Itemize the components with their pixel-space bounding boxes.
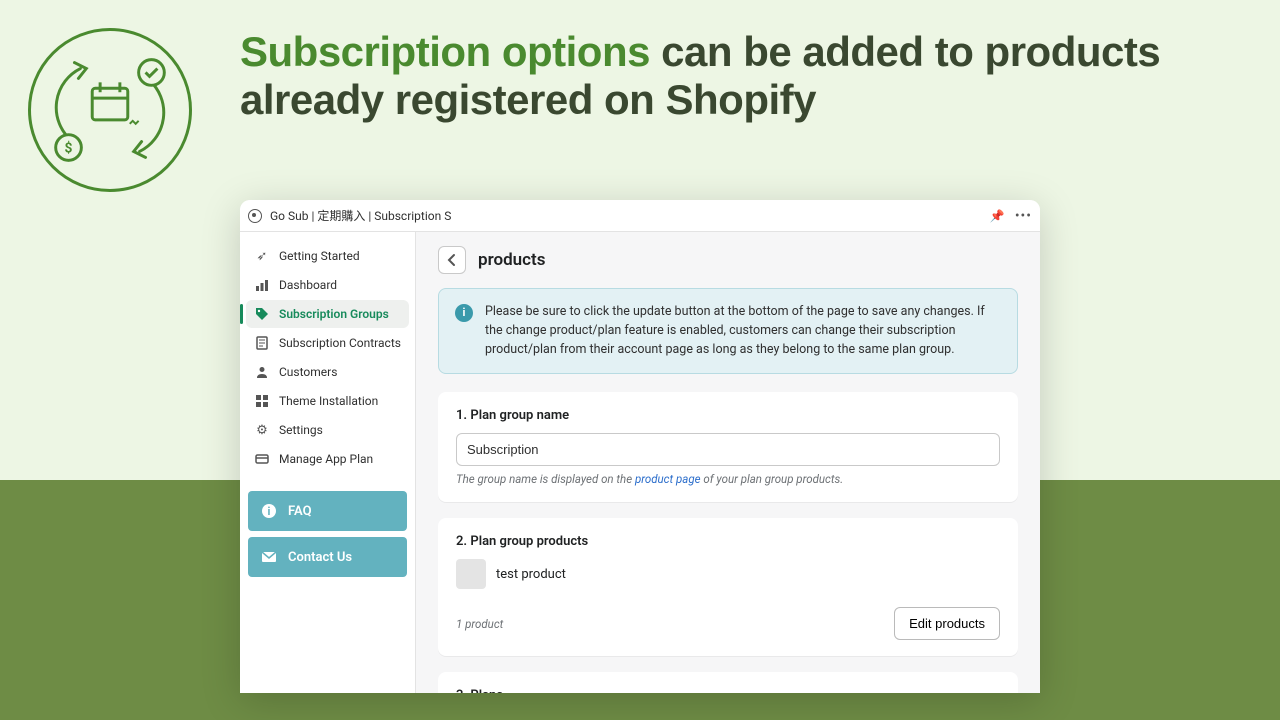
edit-products-button[interactable]: Edit products [894,607,1000,640]
plan-group-name-input[interactable] [456,433,1000,466]
product-count: 1 product [456,617,503,631]
product-row: test product [456,559,1000,589]
plans-card: 3. Plans Each plan has a name and an ord… [438,672,1018,693]
product-page-link[interactable]: product page [635,472,701,486]
mail-icon [260,548,278,566]
sidebar-item-subscription-contracts[interactable]: Subscription Contracts [246,329,409,357]
sidebar-item-getting-started[interactable]: ➶ Getting Started [246,242,409,270]
page-title: products [478,250,545,270]
svg-text:i: i [268,505,271,518]
product-name: test product [496,567,566,582]
pin-icon[interactable]: 📌 [990,209,1005,223]
sidebar-item-settings[interactable]: ⚙ Settings [246,416,409,444]
info-banner-text: Please be sure to click the update butto… [485,303,1001,359]
section1-hint: The group name is displayed on the produ… [456,472,1000,486]
card-icon [254,451,270,467]
chart-icon [254,277,270,293]
sidebar-item-dashboard[interactable]: Dashboard [246,271,409,299]
main-content: products i Please be sure to click the u… [416,232,1040,693]
info-icon: i [260,502,278,520]
more-icon[interactable]: ••• [1015,208,1032,224]
contact-us-button[interactable]: Contact Us [248,537,407,577]
rocket-icon: ➶ [254,248,270,264]
sidebar-item-manage-app-plan[interactable]: Manage App Plan [246,445,409,473]
person-icon [254,364,270,380]
document-icon [254,335,270,351]
hero-cycle-icon: $ [28,28,192,192]
section2-heading: 2. Plan group products [456,534,1000,549]
section3-heading: 3. Plans [456,688,1000,693]
svg-text:$: $ [65,139,73,156]
info-circle-icon: i [455,304,473,322]
back-button[interactable] [438,246,466,274]
sidebar-item-subscription-groups[interactable]: Subscription Groups [246,300,409,328]
info-banner: i Please be sure to click the update but… [438,288,1018,374]
plan-group-name-card: 1. Plan group name The group name is dis… [438,392,1018,502]
app-logo-icon [248,209,262,223]
app-title: Go Sub | 定期購入 | Subscription S [270,207,451,224]
sidebar-item-theme-installation[interactable]: Theme Installation [246,387,409,415]
hero-heading: Subscription options can be added to pro… [240,28,1252,125]
plan-group-products-card: 2. Plan group products test product 1 pr… [438,518,1018,656]
sidebar-item-customers[interactable]: Customers [246,358,409,386]
gear-icon: ⚙ [254,422,270,438]
sidebar: ➶ Getting Started Dashboard Subscription… [240,232,416,693]
section1-heading: 1. Plan group name [456,408,1000,423]
tag-icon [254,306,270,322]
product-thumbnail [456,559,486,589]
faq-button[interactable]: i FAQ [248,491,407,531]
layout-icon [254,393,270,409]
app-window: Go Sub | 定期購入 | Subscription S 📌 ••• ➶ G… [240,200,1040,693]
app-topbar: Go Sub | 定期購入 | Subscription S 📌 ••• [240,200,1040,232]
